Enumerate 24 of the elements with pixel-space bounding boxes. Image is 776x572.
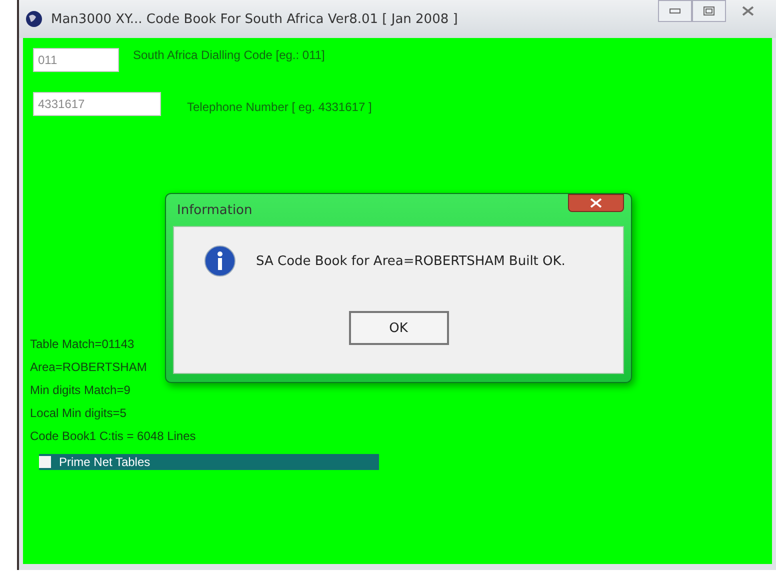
checkbox[interactable]	[39, 456, 51, 468]
maximize-button[interactable]	[692, 0, 726, 22]
status-text: Table Match=01143	[30, 336, 136, 352]
globe-icon	[25, 10, 43, 28]
info-icon	[204, 245, 236, 277]
close-icon	[590, 198, 602, 208]
status-text: Min digits Match=9	[30, 382, 132, 398]
window-title: Man3000 XY... Code Book For South Africa Ver8.01 [ Jan 2008 ]	[51, 12, 458, 26]
status-text: Code Book1 C:tis = 6048 Lines	[30, 428, 197, 444]
input-field[interactable]: 4331617	[33, 92, 161, 116]
field-label: South Africa Dialling Code [eg.: 011]	[133, 48, 325, 62]
minimize-icon	[669, 8, 681, 14]
status-text: Area=ROBERTSHAM	[30, 359, 148, 375]
dialog-message: SA Code Book for Area=ROBERTSHAM Built OK.	[256, 254, 566, 268]
dialog-title: Information	[177, 202, 252, 218]
close-button[interactable]	[568, 194, 624, 212]
field-label: Telephone Number [ eg. 4331617 ]	[187, 100, 372, 114]
close-icon	[742, 6, 754, 16]
input-field[interactable]: 011	[33, 48, 119, 72]
maximize-icon	[703, 6, 715, 16]
status-text: Local Min digits=5	[30, 405, 128, 421]
minimize-button[interactable]	[658, 0, 692, 22]
checkbox-label[interactable]: Prime Net Tables	[59, 455, 150, 469]
ok-button[interactable]: OK	[348, 311, 448, 345]
